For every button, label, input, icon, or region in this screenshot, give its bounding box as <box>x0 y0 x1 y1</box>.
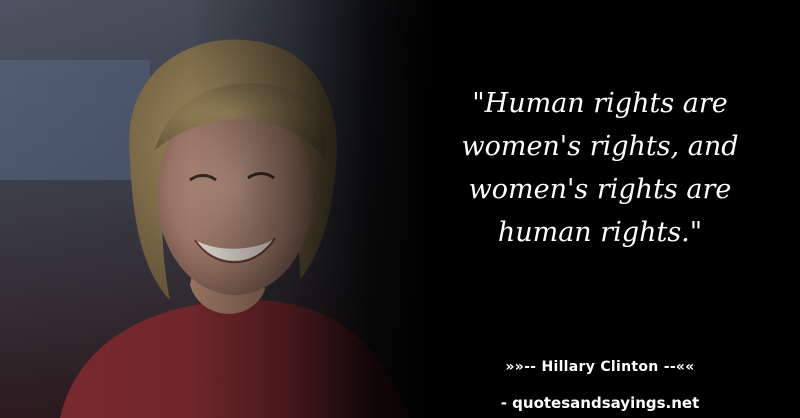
quote-line: "Human rights are <box>472 88 728 119</box>
source-credit: - quotesandsayings.net <box>500 394 700 412</box>
quote-text: "Human rights are women's rights, and wo… <box>440 82 760 254</box>
quote-author: »»-- Hillary Clinton --«« <box>505 359 695 375</box>
quote-line: women's rights, and <box>461 131 739 162</box>
quote-card: "Human rights are women's rights, and wo… <box>0 0 800 418</box>
quote-line: women's rights are <box>468 174 732 205</box>
quote-line: human rights." <box>497 217 703 248</box>
portrait-photo <box>0 0 430 418</box>
photo-fade-overlay <box>0 0 430 418</box>
